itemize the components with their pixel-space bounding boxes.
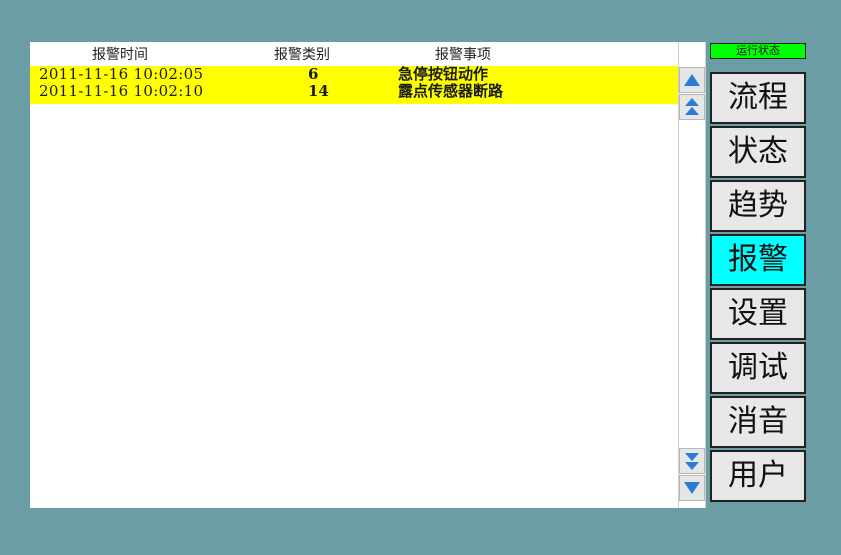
alarm-category: 6 — [308, 65, 319, 83]
scroll-down-button[interactable] — [679, 475, 705, 501]
double-arrow-up-icon — [685, 98, 699, 116]
page-up-button[interactable] — [679, 94, 705, 120]
alarm-item: 急停按钮动作 — [398, 65, 489, 83]
nav-button-trend[interactable]: 趋势 — [710, 180, 806, 232]
arrow-down-icon — [684, 482, 700, 494]
run-status-indicator: 运行状态 — [710, 43, 806, 59]
nav-button-settings[interactable]: 设置 — [710, 288, 806, 340]
nav-button-mute[interactable]: 消音 — [710, 396, 806, 448]
arrow-up-icon — [684, 74, 700, 86]
header-alarm-time: 报警时间 — [92, 47, 148, 63]
table-row[interactable]: 2011-11-16 10:02:05 6 急停按钮动作 — [30, 66, 678, 83]
double-arrow-down-icon — [685, 452, 699, 470]
alarm-item: 露点传感器断路 — [398, 82, 504, 100]
header-alarm-item: 报警事项 — [435, 47, 491, 63]
alarm-list: 2011-11-16 10:02:05 6 急停按钮动作 2011-11-16 … — [30, 66, 678, 104]
table-row[interactable]: 2011-11-16 10:02:10 14 露点传感器断路 — [30, 83, 678, 100]
alarm-category: 14 — [308, 82, 329, 100]
alarm-time: 2011-11-16 10:02:10 — [39, 82, 204, 100]
row-highlight-padding — [30, 100, 678, 104]
scroll-up-button[interactable] — [679, 67, 705, 93]
alarm-time: 2011-11-16 10:02:05 — [39, 65, 204, 83]
nav-button-debug[interactable]: 调试 — [710, 342, 806, 394]
header-alarm-category: 报警类别 — [274, 47, 330, 63]
nav-button-user[interactable]: 用户 — [710, 450, 806, 502]
nav-button-status[interactable]: 状态 — [710, 126, 806, 178]
page-down-button[interactable] — [679, 448, 705, 474]
nav-button-alarm[interactable]: 报警 — [710, 234, 806, 286]
scrollbar[interactable] — [678, 42, 706, 508]
alarm-table: 报警时间 报警类别 报警事项 2011-11-16 10:02:05 6 急停按… — [30, 42, 678, 508]
nav-button-flow[interactable]: 流程 — [710, 72, 806, 124]
table-header: 报警时间 报警类别 报警事项 — [30, 42, 678, 63]
